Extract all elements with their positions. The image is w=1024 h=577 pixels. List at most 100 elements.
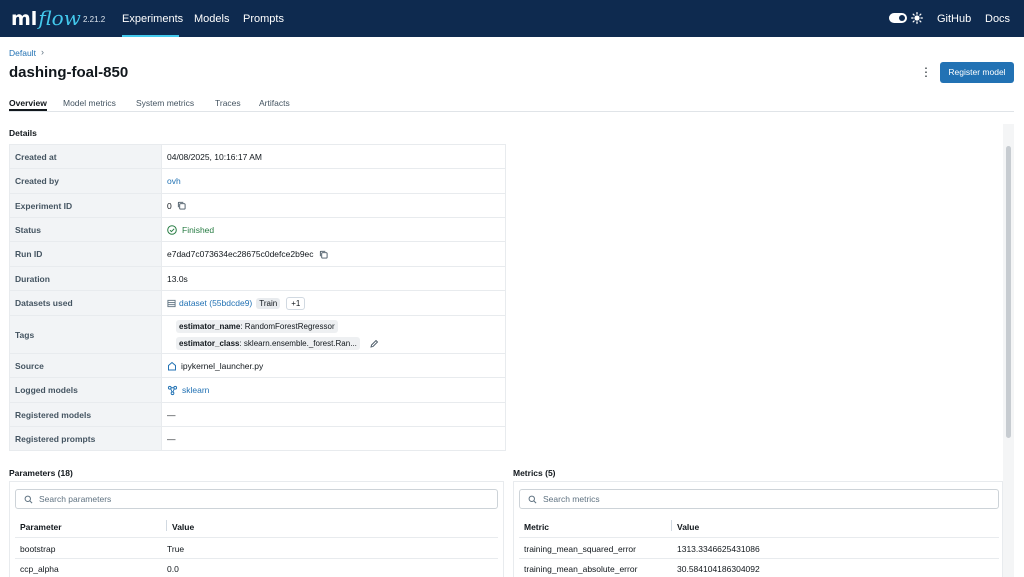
detail-row-logged-models: Logged models sklearn <box>10 378 505 403</box>
details-table: Created at 04/08/2025, 10:16:17 AM Creat… <box>9 144 506 451</box>
nav-experiments[interactable]: Experiments <box>122 13 183 25</box>
logo-flow-text: flow <box>38 6 81 30</box>
detail-label: Duration <box>10 267 162 290</box>
param-name: ccp_alpha <box>20 564 59 574</box>
detail-label: Run ID <box>10 242 162 266</box>
metric-name-link[interactable]: training_mean_squared_error <box>524 544 636 554</box>
copy-icon[interactable] <box>319 250 328 259</box>
row-divider <box>15 537 498 538</box>
parameters-search-input[interactable] <box>39 494 339 504</box>
detail-row-created-at: Created at 04/08/2025, 10:16:17 AM <box>10 145 505 169</box>
row-divider <box>519 558 999 559</box>
active-tab-underline <box>9 109 47 111</box>
logged-model-link[interactable]: sklearn <box>182 385 209 395</box>
detail-label: Created by <box>10 169 162 193</box>
sun-icon <box>911 12 923 24</box>
toggle-knob <box>899 15 905 21</box>
registered-prompts-value: — <box>167 433 176 444</box>
param-value: 0.0 <box>167 564 179 574</box>
detail-label: Experiment ID <box>10 194 162 217</box>
run-id-value: e7dad7c073634ec28675c0defce2b9ec <box>167 249 314 259</box>
version-label: 2.21.2 <box>83 15 106 24</box>
param-value: True <box>167 544 185 554</box>
detail-row-status: Status Finished <box>10 218 505 242</box>
created-by-link[interactable]: ovh <box>167 176 181 186</box>
scrollbar-thumb[interactable] <box>1006 146 1011 438</box>
detail-row-datasets: Datasets used dataset (55bdcde9) Train +… <box>10 291 505 316</box>
dataset-link[interactable]: dataset (55bdcde9) <box>179 298 252 308</box>
source-value[interactable]: ipykernel_launcher.py <box>181 361 263 371</box>
table-icon <box>167 299 176 307</box>
copy-icon[interactable] <box>177 201 186 210</box>
tag-key: estimator_name <box>179 322 241 331</box>
nav-docs[interactable]: Docs <box>985 13 1010 25</box>
search-icon <box>24 495 33 503</box>
detail-label: Datasets used <box>10 291 162 315</box>
column-header-metric[interactable]: Metric <box>524 522 549 532</box>
tag-chip[interactable]: estimator_class: sklearn.ensemble._fores… <box>176 337 360 350</box>
parameters-panel: Parameter Value bootstrap True ccp_alpha… <box>9 481 504 577</box>
detail-row-tags: Tags estimator_name: RandomForestRegress… <box>10 316 505 354</box>
breadcrumb-default[interactable]: Default <box>9 48 36 58</box>
more-datasets-button[interactable]: +1 <box>286 296 306 310</box>
details-heading: Details <box>9 128 37 138</box>
search-icon <box>528 495 537 503</box>
tab-traces[interactable]: Traces <box>215 98 241 108</box>
pencil-icon[interactable] <box>369 339 379 349</box>
detail-label: Created at <box>10 145 162 168</box>
notebook-icon <box>168 361 176 370</box>
metric-value: 30.584104186304092 <box>677 564 760 574</box>
page-title: dashing-foal-850 <box>9 64 129 81</box>
column-resizer[interactable] <box>671 520 672 531</box>
column-resizer[interactable] <box>166 520 167 531</box>
column-header-value[interactable]: Value <box>677 522 699 532</box>
tab-artifacts[interactable]: Artifacts <box>259 98 290 108</box>
duration-value: 13.0s <box>167 273 188 284</box>
detail-row-registered-models: Registered models — <box>10 403 505 427</box>
tabs-divider <box>9 111 1014 112</box>
tag-key: estimator_class <box>179 339 240 348</box>
detail-label: Status <box>10 218 162 241</box>
more-options-icon[interactable]: ⋮ <box>920 65 932 79</box>
nav-github[interactable]: GitHub <box>937 13 971 25</box>
model-icon <box>167 385 178 395</box>
metrics-search-input[interactable] <box>543 494 843 504</box>
registered-models-value: — <box>167 409 176 420</box>
nav-active-indicator <box>122 35 179 37</box>
check-circle-icon <box>167 224 177 235</box>
param-name: bootstrap <box>20 544 56 554</box>
column-header-value[interactable]: Value <box>172 522 194 532</box>
column-header-parameter[interactable]: Parameter <box>20 522 62 532</box>
status-badge: Finished <box>182 224 215 235</box>
detail-label: Tags <box>10 316 162 353</box>
parameters-search-box[interactable] <box>15 489 498 509</box>
top-nav: ml flow 2.21.2 Experiments Models Prompts… <box>0 0 1024 37</box>
tag-chip[interactable]: estimator_name: RandomForestRegressor <box>176 320 338 333</box>
nav-models[interactable]: Models <box>194 13 229 25</box>
detail-row-created-by: Created by ovh <box>10 169 505 194</box>
dataset-context-badge: Train <box>256 297 281 309</box>
tag-value: : sklearn.ensemble._forest.Ran... <box>239 339 357 348</box>
tag-value: : RandomForestRegressor <box>240 322 335 331</box>
detail-label: Registered prompts <box>10 427 162 450</box>
nav-prompts[interactable]: Prompts <box>243 13 284 25</box>
detail-row-experiment-id: Experiment ID 0 <box>10 194 505 218</box>
detail-row-registered-prompts: Registered prompts — <box>10 427 505 450</box>
mlflow-logo[interactable]: ml flow <box>11 6 81 31</box>
register-model-button[interactable]: Register model <box>940 62 1014 83</box>
logo-ml-text: ml <box>11 8 38 30</box>
metrics-panel: Metric Value training_mean_squared_error… <box>513 481 1003 577</box>
tab-system-metrics[interactable]: System metrics <box>136 98 194 108</box>
metrics-search-box[interactable] <box>519 489 999 509</box>
detail-row-source: Source ipykernel_launcher.py <box>10 354 505 378</box>
tab-model-metrics[interactable]: Model metrics <box>63 98 116 108</box>
row-divider <box>15 558 498 559</box>
experiment-id-value: 0 <box>167 200 172 211</box>
metric-name-link[interactable]: training_mean_absolute_error <box>524 564 637 574</box>
detail-row-run-id: Run ID e7dad7c073634ec28675c0defce2b9ec <box>10 242 505 267</box>
metric-value: 1313.3346625431086 <box>677 544 760 554</box>
tab-overview[interactable]: Overview <box>9 98 47 108</box>
dark-mode-toggle[interactable] <box>889 13 907 23</box>
breadcrumb-separator: › <box>41 47 44 57</box>
detail-row-duration: Duration 13.0s <box>10 267 505 291</box>
